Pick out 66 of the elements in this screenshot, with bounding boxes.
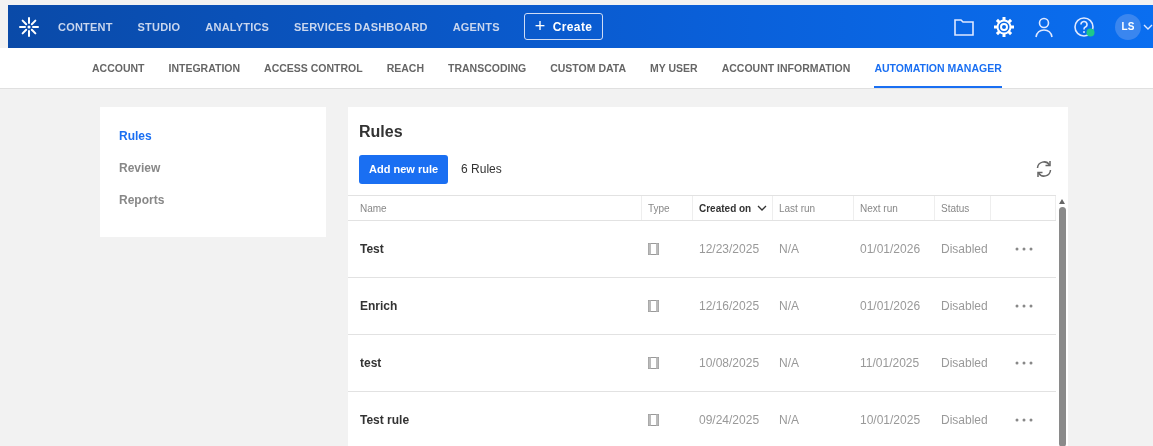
table-cell-text: Disabled [940,413,989,427]
panel-title: Rules [358,122,404,141]
nav-link[interactable]: SERVICES DASHBOARD [294,20,428,33]
user-avatar[interactable]: LS [1115,13,1141,40]
column-header[interactable]: Next run [854,196,935,220]
film-icon [648,243,659,255]
column-header[interactable]: Name [348,196,642,220]
column-header[interactable]: Last run [773,196,854,220]
sidebar-item[interactable]: Rules [100,123,326,155]
create-button[interactable]: + Create [523,13,604,40]
table-cell-text: 12/16/2025 [698,299,761,313]
chevron-down-icon[interactable] [1143,22,1153,31]
user-icon[interactable] [1033,15,1055,38]
more-icon[interactable] [1015,304,1033,308]
nav-link[interactable]: CONTENT [58,20,113,33]
nav-link[interactable]: ANALYTICS [205,20,270,33]
help-icon[interactable] [1073,15,1097,38]
tab[interactable]: ACCESS CONTROL [264,48,363,88]
rule-count: 6 Rules [461,162,502,176]
tab[interactable]: ACCOUNT [92,48,145,88]
more-icon[interactable] [1015,247,1033,251]
scrollbar-thumb[interactable] [1058,207,1066,446]
scroll-up-icon[interactable] [1059,199,1065,204]
table-cell-text: 10/08/2025 [698,356,761,370]
rule-name[interactable]: Enrich [348,299,642,313]
rule-name[interactable]: Test rule [348,413,642,427]
tab[interactable]: INTEGRATION [168,48,241,88]
table-cell-text: N/A [778,356,800,370]
column-header[interactable]: Created on [693,196,773,220]
table-cell-text: N/A [778,413,800,427]
rule-name[interactable]: Test [348,242,642,256]
tab[interactable]: TRANSCODING [448,48,527,88]
table-cell-text: Disabled [940,299,989,313]
tab[interactable]: MY USER [650,48,698,88]
table-cell-text: 10/01/2025 [859,413,922,427]
film-icon [648,357,659,369]
column-header[interactable]: Type [642,196,693,220]
table-cell-text: 01/01/2026 [859,242,922,256]
table-cell-text: N/A [778,299,800,313]
more-icon[interactable] [1015,361,1033,365]
rule-name[interactable]: test [348,356,642,370]
table-cell-text: 11/01/2025 [859,356,921,370]
tab[interactable]: ACCOUNT INFORMATION [721,48,851,88]
table-cell-text: 12/23/2025 [698,242,761,256]
add-rule-button[interactable]: Add new rule [359,154,449,184]
column-header[interactable]: Status [935,196,991,220]
table-cell-text: Disabled [940,242,989,256]
table-cell-text: N/A [778,242,800,256]
folder-icon[interactable] [953,16,975,37]
sidebar-item[interactable]: Review [100,155,326,187]
table-cell-text: 09/24/2025 [698,413,761,427]
nav-link[interactable]: STUDIO [137,20,181,33]
sort-down-icon [757,204,768,212]
more-icon[interactable] [1015,418,1033,422]
nav-link[interactable]: AGENTS [452,20,500,33]
tab[interactable]: CUSTOM DATA [550,48,626,88]
tab[interactable]: AUTOMATION MANAGER [874,48,1002,88]
settings-icon[interactable] [993,15,1015,38]
film-icon [648,414,659,426]
logo-icon[interactable] [18,15,40,38]
table-cell-text: 01/01/2026 [859,299,922,313]
table-cell-text: Disabled [940,356,989,370]
tab[interactable]: REACH [386,48,424,88]
sidebar-item[interactable]: Reports [100,187,326,219]
film-icon [648,300,659,312]
refresh-icon[interactable] [1034,159,1054,179]
